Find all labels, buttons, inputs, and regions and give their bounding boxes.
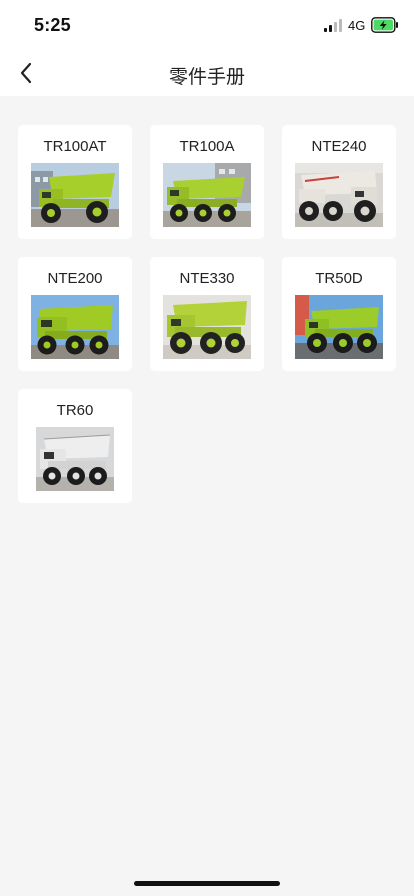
part-card-title: TR60	[56, 402, 94, 419]
nav-bar: 零件手册	[0, 50, 414, 96]
battery-charging-icon	[371, 17, 398, 33]
status-time: 5:25	[34, 15, 71, 35]
part-card-title: NTE200	[47, 270, 103, 287]
part-card-tr100a[interactable]: TR100A	[150, 125, 264, 239]
truck-image	[36, 427, 114, 491]
part-card-tr50d[interactable]: TR50D	[282, 257, 396, 371]
part-card-tr100at[interactable]: TR100AT	[18, 125, 132, 239]
part-card-title: NTE330	[179, 270, 235, 287]
signal-icon	[324, 18, 344, 32]
truck-image	[295, 295, 383, 359]
part-card-title: NTE240	[311, 138, 367, 155]
part-card-nte240[interactable]: NTE240	[282, 125, 396, 239]
home-indicator	[134, 881, 280, 886]
network-type: 4G	[348, 18, 366, 33]
truck-image	[31, 295, 119, 359]
truck-image	[163, 295, 251, 359]
part-card-title: TR50D	[315, 270, 363, 287]
part-card-nte330[interactable]: NTE330	[150, 257, 264, 371]
part-card-title: TR100AT	[43, 138, 107, 155]
part-card-tr60[interactable]: TR60	[18, 389, 132, 503]
part-card-nte200[interactable]: NTE200	[18, 257, 132, 371]
truck-image	[163, 163, 251, 227]
parts-grid: TR100AT TR100A NTE240 NTE200 NTE330 TR50…	[0, 96, 414, 896]
truck-image	[295, 163, 383, 227]
part-card-title: TR100A	[179, 138, 235, 155]
status-bar: 5:25 4G	[0, 0, 414, 50]
truck-image	[31, 163, 119, 227]
page-title: 零件手册	[168, 66, 245, 88]
